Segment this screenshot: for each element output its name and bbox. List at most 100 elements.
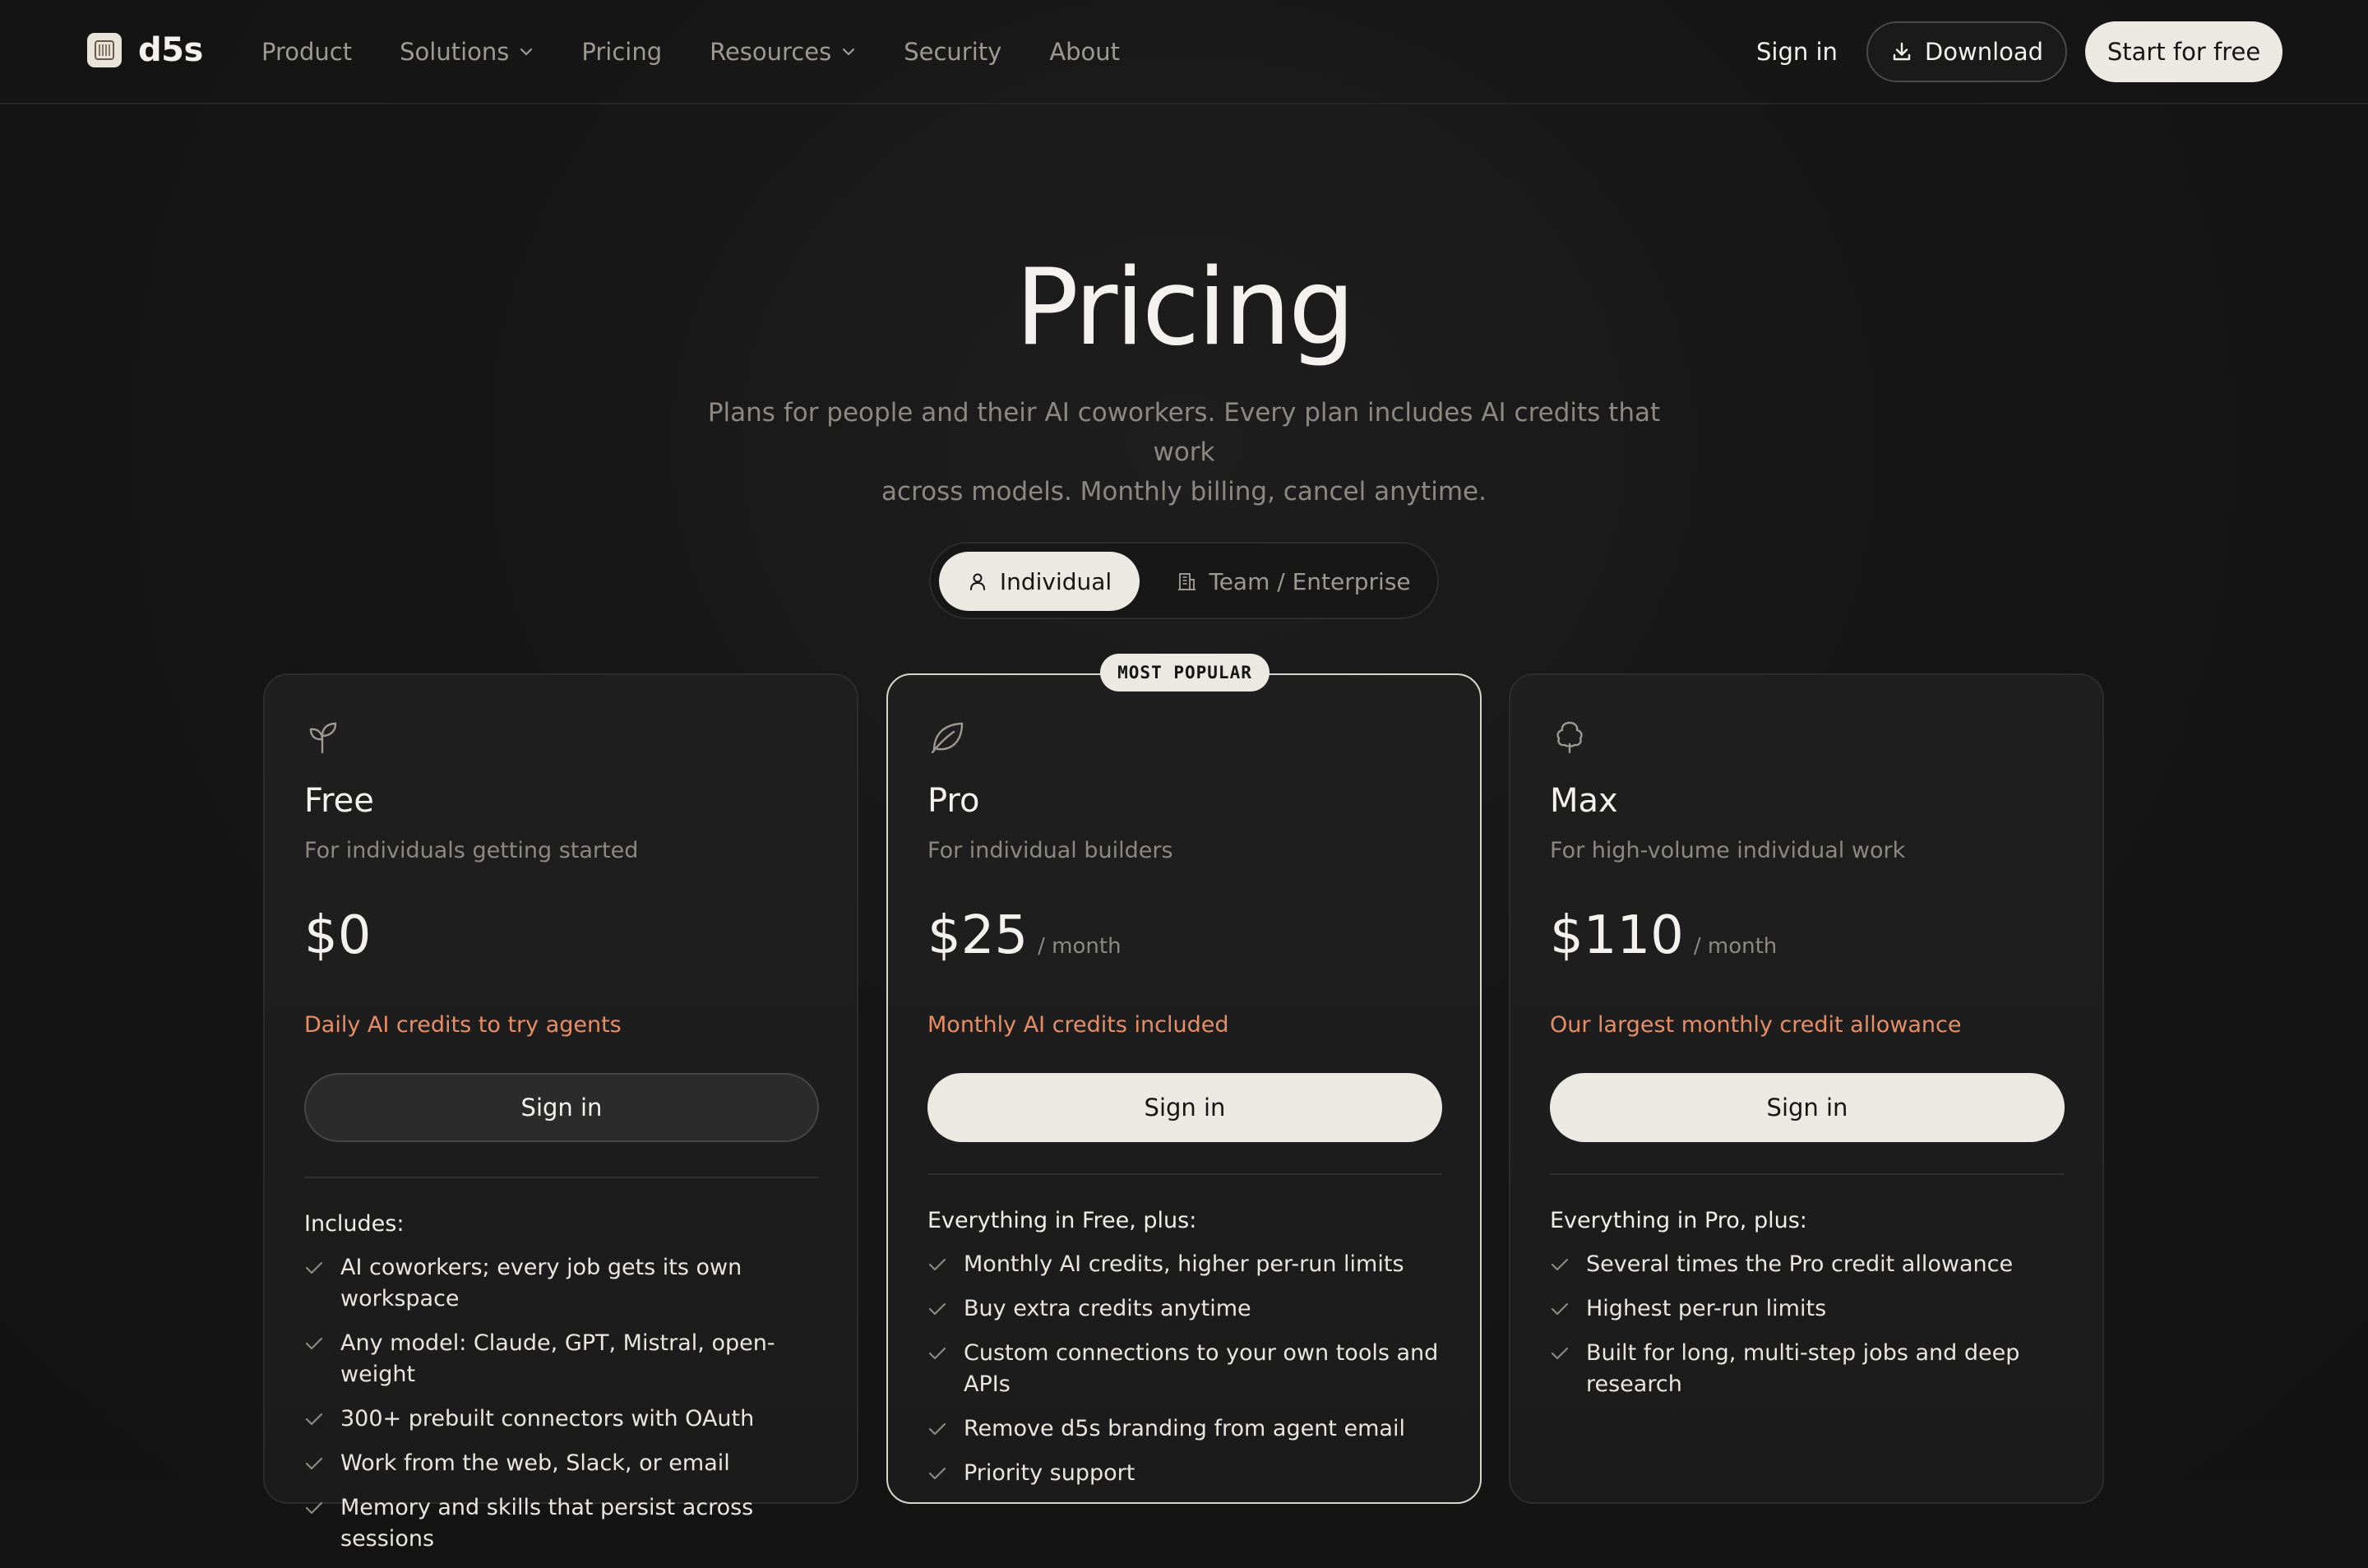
brand-name: d5s — [138, 31, 203, 69]
list-item: 300+ prebuilt connectors with OAuth — [304, 1404, 830, 1435]
toggle-team-enterprise[interactable]: Team / Enterprise — [1166, 552, 1421, 611]
chevron-down-icon — [519, 47, 534, 57]
plan-description: For individuals getting started — [304, 838, 639, 863]
check-icon — [927, 1301, 947, 1317]
sign-in-button[interactable]: Sign in — [304, 1073, 819, 1142]
list-item: Memory and skills that persist across se… — [304, 1492, 830, 1555]
page-subtitle: Plans for people and their AI coworkers.… — [691, 393, 1677, 511]
nav-item-label: Security — [904, 38, 1002, 66]
features-heading: Includes: — [304, 1211, 405, 1237]
plan-name: Free — [304, 782, 374, 820]
feature-text: Any model: Claude, GPT, Mistral, open-we… — [340, 1330, 775, 1387]
check-icon — [1550, 1256, 1570, 1273]
most-popular-badge: MOST POPULAR — [1100, 654, 1270, 691]
check-icon — [927, 1345, 947, 1362]
check-icon — [304, 1335, 324, 1352]
plan-card-pro: MOST POPULAR Pro For individual builders… — [886, 654, 1482, 1504]
nav-item-solutions[interactable]: Solutions — [400, 38, 534, 66]
list-item: Built for long, multi-step jobs and deep… — [1550, 1338, 2076, 1400]
feature-list: Several times the Pro credit allowance H… — [1550, 1249, 2076, 1413]
leaf-icon — [927, 718, 967, 757]
credit-note: Daily AI credits to try agents — [304, 1012, 622, 1038]
nav-item-resources[interactable]: Resources — [710, 38, 856, 66]
logo-icon — [87, 33, 122, 67]
check-icon — [927, 1256, 947, 1273]
divider — [927, 1173, 1442, 1175]
nav-item-about[interactable]: About — [1049, 38, 1120, 66]
plan-price: $110 — [1550, 905, 1684, 966]
plan-card-free: Free For individuals getting started $0 … — [263, 673, 858, 1552]
price-row: $0 — [304, 905, 371, 966]
features-heading: Everything in Free, plus: — [927, 1208, 1197, 1233]
check-icon — [927, 1421, 947, 1437]
check-icon — [1550, 1345, 1570, 1362]
tree-icon — [1550, 718, 1589, 757]
page-title: Pricing — [1015, 247, 1355, 369]
credit-note: Monthly AI credits included — [927, 1012, 1229, 1038]
download-button[interactable]: Download — [1866, 21, 2067, 82]
list-item: Highest per-run limits — [1550, 1293, 2076, 1325]
plan-description: For high-volume individual work — [1550, 838, 1906, 863]
top-navigation-bar: d5s Product Solutions Pricing Resources … — [0, 0, 2368, 104]
chevron-down-icon — [841, 47, 856, 57]
plan-description: For individual builders — [927, 838, 1173, 863]
sprout-icon — [304, 718, 344, 757]
check-icon — [304, 1260, 324, 1276]
feature-text: 300+ prebuilt connectors with OAuth — [340, 1406, 755, 1432]
user-icon — [967, 571, 988, 592]
nav-item-label: About — [1049, 38, 1121, 66]
building-icon — [1176, 571, 1197, 592]
list-item: Priority support — [927, 1458, 1454, 1489]
feature-text: Work from the web, Slack, or email — [340, 1450, 730, 1476]
billing-period: / month — [1693, 934, 1778, 959]
list-item: Buy extra credits anytime — [927, 1293, 1454, 1325]
plan-type-toggle: Individual Team / Enterprise — [929, 542, 1439, 619]
feature-text: Built for long, multi-step jobs and deep… — [1586, 1340, 2020, 1397]
sign-in-button[interactable]: Sign in — [927, 1073, 1442, 1142]
plan-price: $0 — [304, 905, 372, 966]
toggle-label: Team / Enterprise — [1209, 567, 1411, 595]
plan-name: Pro — [927, 782, 980, 820]
feature-text: Highest per-run limits — [1586, 1296, 1827, 1321]
sign-in-button[interactable]: Sign in — [1550, 1073, 2065, 1142]
check-icon — [927, 1465, 947, 1482]
billing-period: / month — [1038, 934, 1122, 959]
divider — [304, 1177, 819, 1178]
nav-item-label: Solutions — [400, 38, 510, 66]
nav-item-label: Pricing — [581, 38, 663, 66]
plan-price: $25 — [927, 905, 1029, 966]
divider — [1550, 1173, 2065, 1175]
sign-in-link[interactable]: Sign in — [1756, 33, 1838, 71]
plan-card-max: Max For high-volume individual work $110… — [1509, 673, 2104, 1504]
feature-text: Custom connections to your own tools and… — [964, 1340, 1439, 1397]
feature-text: Buy extra credits anytime — [964, 1296, 1251, 1321]
toggle-label: Individual — [999, 567, 1112, 595]
feature-text: Several times the Pro credit allowance — [1586, 1251, 2014, 1277]
features-heading: Everything in Pro, plus: — [1550, 1208, 1807, 1233]
download-label: Download — [1924, 38, 2044, 66]
list-item: Work from the web, Slack, or email — [304, 1448, 830, 1479]
price-row: $25 / month — [927, 905, 1122, 966]
toggle-individual[interactable]: Individual — [939, 552, 1140, 611]
feature-list: Monthly AI credits, higher per-run limit… — [927, 1249, 1454, 1502]
main-nav: Product Solutions Pricing Resources Secu… — [261, 33, 1168, 71]
list-item: Custom connections to your own tools and… — [927, 1338, 1454, 1400]
check-icon — [1550, 1301, 1570, 1317]
plan-name: Max — [1550, 782, 1618, 820]
credit-note: Our largest monthly credit allowance — [1550, 1012, 1962, 1038]
list-item: Any model: Claude, GPT, Mistral, open-we… — [304, 1328, 830, 1390]
start-for-free-button[interactable]: Start for free — [2085, 21, 2282, 82]
price-row: $110 / month — [1550, 905, 1777, 966]
check-icon — [304, 1411, 324, 1427]
feature-list: AI coworkers; every job gets its own wor… — [304, 1252, 830, 1568]
nav-item-label: Product — [261, 38, 353, 66]
brand-logo[interactable]: d5s — [87, 31, 203, 69]
subtitle-line: across models. Monthly billing, cancel a… — [881, 477, 1487, 506]
list-item: Monthly AI credits, higher per-run limit… — [927, 1249, 1454, 1280]
download-icon — [1890, 40, 1913, 63]
feature-text: Priority support — [964, 1460, 1135, 1486]
nav-item-security[interactable]: Security — [904, 38, 1001, 66]
nav-item-product[interactable]: Product — [261, 38, 352, 66]
nav-item-pricing[interactable]: Pricing — [581, 38, 662, 66]
check-icon — [304, 1455, 324, 1472]
